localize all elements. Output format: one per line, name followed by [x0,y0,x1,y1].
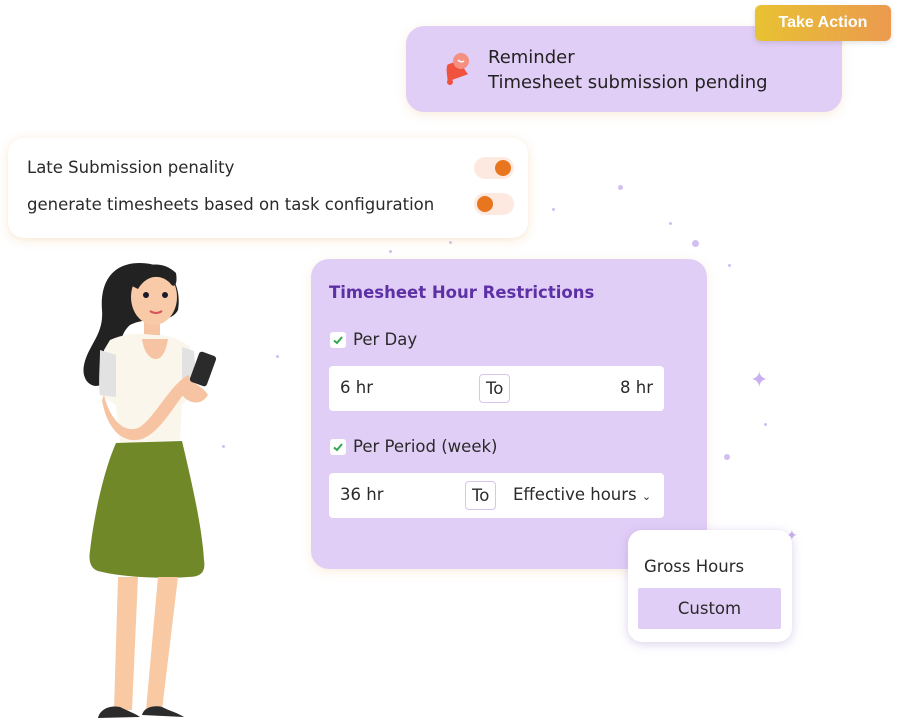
per-period-from-input[interactable]: 36 hr [340,485,383,504]
reminder-message: Timesheet submission pending [488,72,768,93]
chevron-down-icon: ⌄ [641,490,652,503]
per-day-to-input[interactable]: 8 hr [620,378,653,397]
per-day-range: 6 hr To 8 hr [329,366,664,411]
hours-type-dropdown: Gross Hours Custom [628,530,792,642]
dropdown-option-gross-hours[interactable]: Gross Hours [644,557,744,576]
decor-dot [552,208,555,211]
per-period-label: Per Period (week) [353,437,498,456]
per-period-checkbox[interactable] [330,439,346,455]
toggle-knob [495,160,511,176]
woman-illustration [83,263,217,718]
per-day-from-input[interactable]: 6 hr [340,378,373,397]
decor-dot [449,241,452,244]
per-period-to-separator: To [465,481,497,510]
toggle-generate-timesheets[interactable] [474,193,514,215]
shoe-left [98,706,140,718]
take-action-button[interactable]: Take Action [755,5,891,41]
per-period-range: 36 hr To Effective hours ⌄ [329,473,664,518]
hour-restrictions-card: Timesheet Hour Restrictions Per Day 6 hr… [311,259,707,569]
setting-label-generate-timesheets: generate timesheets based on task config… [27,195,435,214]
setting-label-late-penalty: Late Submission penality [27,158,235,177]
bell-icon [446,53,469,85]
toggle-knob [477,196,493,212]
per-period-type-select[interactable]: Effective hours ⌄ [513,485,651,504]
leg-left [114,577,138,710]
decor-dot [728,264,731,267]
per-day-to-separator: To [479,374,511,403]
per-day-label: Per Day [353,330,418,349]
check-icon [333,443,343,452]
toggle-late-penalty[interactable] [474,157,514,179]
decor-dot [276,355,279,358]
decor-dot [389,250,392,253]
settings-card: Late Submission penality generate timesh… [8,138,528,238]
per-day-checkbox[interactable] [330,332,346,348]
dropdown-option-custom[interactable]: Custom [638,588,781,629]
decor-dot [764,423,767,426]
decor-dot [692,240,699,247]
shoe-right [142,706,184,717]
per-period-type-value: Effective hours [513,485,637,504]
sparkle-icon: ✦ [750,368,769,393]
check-icon [333,336,343,345]
restrictions-title: Timesheet Hour Restrictions [329,283,595,302]
leg-right [146,577,178,710]
decor-dot [669,222,672,225]
decor-dot [618,185,623,190]
sleeve-left [99,350,116,397]
decor-dot [724,454,730,460]
reminder-title: Reminder [488,47,575,68]
skirt [89,441,205,578]
